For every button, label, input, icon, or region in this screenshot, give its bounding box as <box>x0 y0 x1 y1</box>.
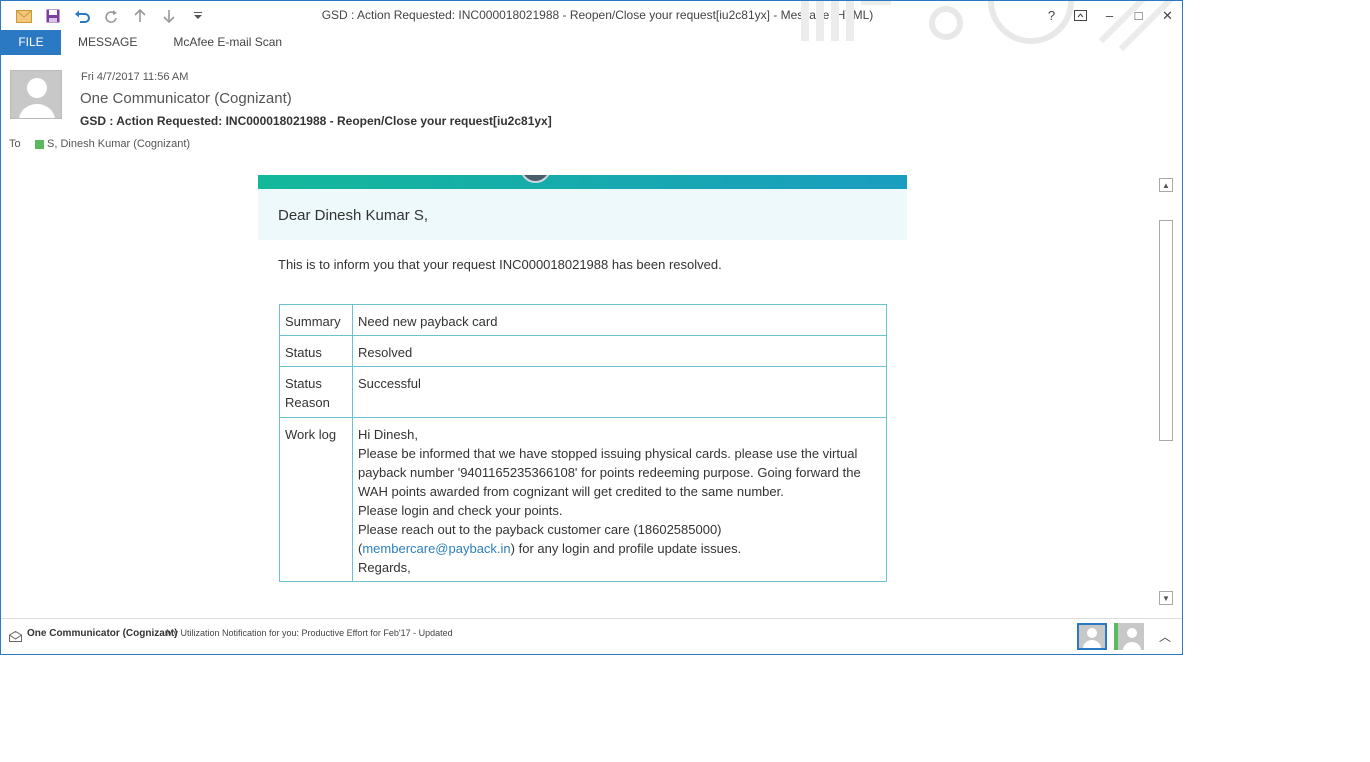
detail-value: Need new payback card <box>352 304 887 336</box>
tab-mcafee-email-scan[interactable]: McAfee E-mail Scan <box>155 30 300 55</box>
sender-name[interactable]: One Communicator (Cognizant) <box>80 90 292 107</box>
message-body: Dear Dinesh Kumar S, This is to inform y… <box>1 175 1157 607</box>
sender-avatar[interactable] <box>10 70 62 119</box>
vertical-scrollbar[interactable]: ▲ ▼ <box>1157 175 1174 607</box>
scroll-down-icon[interactable]: ▼ <box>1159 591 1173 605</box>
email-banner <box>258 175 907 189</box>
worklog-line: Please reach out to the payback customer… <box>358 520 881 558</box>
email-link[interactable]: membercare@payback.in <box>362 541 510 556</box>
worklog-line: Hi Dinesh, <box>358 427 418 442</box>
table-row: Status Reason Successful <box>279 366 887 418</box>
ribbon-tabs: FILE MESSAGE McAfee E-mail Scan <box>1 30 1182 56</box>
outlook-message-window: GSD : Action Requested: INC000018021988 … <box>0 0 1183 655</box>
chevron-up-icon[interactable]: ︿ <box>1159 628 1171 645</box>
table-row: Status Resolved <box>279 335 887 367</box>
detail-key: Status <box>279 335 353 367</box>
maximize-button[interactable]: □ <box>1124 1 1153 30</box>
worklog-value: Hi Dinesh, Please be informed that we ha… <box>352 417 887 582</box>
detail-value: Successful <box>352 366 887 418</box>
request-details-table: Summary Need new payback card Status Res… <box>279 304 887 582</box>
minimize-button[interactable]: – <box>1095 1 1124 30</box>
worklog-text: ) for any login and profile update issue… <box>510 541 742 556</box>
to-label: To <box>9 138 21 150</box>
detail-key: Status Reason <box>279 366 353 418</box>
scroll-up-icon[interactable]: ▲ <box>1159 178 1173 192</box>
close-button[interactable]: ✕ <box>1153 1 1182 30</box>
worklog-line: Please be informed that we have stopped … <box>358 446 861 499</box>
people-pane: One Communicator (Cognizant) My Utilizat… <box>1 618 1182 654</box>
people-avatar[interactable] <box>1114 623 1144 650</box>
tab-message[interactable]: MESSAGE <box>61 30 155 55</box>
scrollbar-thumb[interactable] <box>1159 220 1173 441</box>
detail-value: Resolved <box>352 335 887 367</box>
greeting-box: Dear Dinesh Kumar S, <box>258 189 907 240</box>
recipient-name[interactable]: S, Dinesh Kumar (Cognizant) <box>47 138 190 150</box>
people-avatar-selected[interactable] <box>1077 623 1107 650</box>
detail-key: Work log <box>279 417 353 582</box>
envelope-icon <box>9 629 22 647</box>
recipient-line: To S, Dinesh Kumar (Cognizant) <box>9 138 190 150</box>
table-row: Summary Need new payback card <box>279 304 887 336</box>
tab-file[interactable]: FILE <box>1 30 61 55</box>
window-controls: ? – □ ✕ <box>1037 1 1182 30</box>
worklog-line: Regards, <box>358 560 411 575</box>
presence-icon <box>35 139 44 149</box>
message-subject: GSD : Action Requested: INC000018021988 … <box>80 114 552 128</box>
worklog-line: Please login and check your points. <box>358 503 563 518</box>
window-title: GSD : Action Requested: INC000018021988 … <box>321 8 874 22</box>
people-pane-sender[interactable]: One Communicator (Cognizant) <box>27 628 178 639</box>
detail-key: Summary <box>279 304 353 336</box>
title-bar: GSD : Action Requested: INC000018021988 … <box>1 1 1182 52</box>
greeting-text: Dear Dinesh Kumar S, <box>278 207 429 224</box>
ribbon-display-icon[interactable] <box>1066 1 1095 30</box>
help-button[interactable]: ? <box>1037 1 1066 30</box>
sent-date: Fri 4/7/2017 11:56 AM <box>81 71 189 83</box>
intro-text: This is to inform you that your request … <box>278 257 722 272</box>
table-row: Work log Hi Dinesh, Please be informed t… <box>279 417 887 582</box>
people-pane-message[interactable]: My Utilization Notification for you: Pro… <box>166 628 453 638</box>
